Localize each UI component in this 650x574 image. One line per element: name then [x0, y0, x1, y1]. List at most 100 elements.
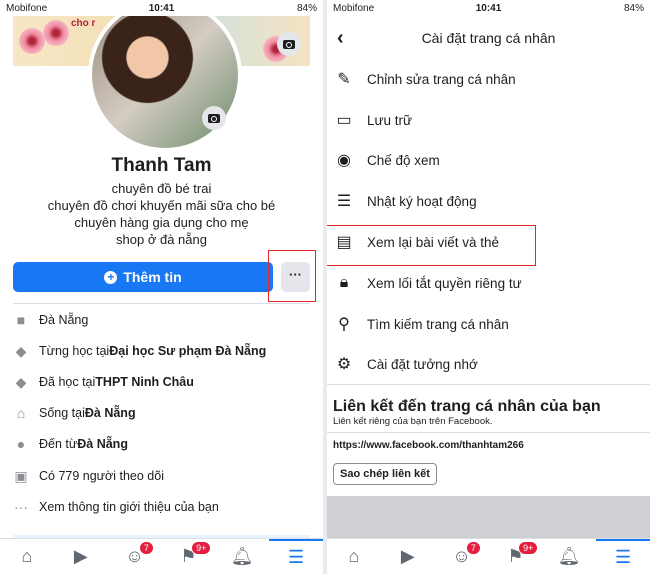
flower-decoration [43, 20, 69, 46]
bottom-nav: ⌂ ▶ ☺ 7 ⚑ 9+ 🔔︎ ☰ [0, 538, 323, 574]
pages-badge: 9+ [191, 541, 212, 555]
graduation-cap-icon: ◆ [15, 374, 27, 390]
info-text: Đà Nẵng [39, 313, 89, 327]
search-icon: ⚲ [338, 316, 350, 333]
info-text: Xem thông tin giới thiệu của bạn [39, 500, 219, 514]
menu-label: Tìm kiếm trang cá nhân [367, 316, 509, 332]
info-workplace[interactable]: ■ Đà Nẵng [13, 310, 89, 330]
menu-label: Cài đặt tưởng nhớ [367, 356, 478, 372]
divider [13, 303, 310, 304]
menu-item-activity-log[interactable]: ☰ Nhật ký hoạt động [327, 181, 650, 221]
list-icon: ☰ [336, 193, 352, 210]
hamburger-icon: ☰ [614, 547, 632, 567]
menu-item-edit-profile[interactable]: ✎ Chỉnh sửa trang cá nhân [327, 59, 650, 99]
battery: 84% [624, 2, 645, 14]
groups-badge: 7 [465, 541, 481, 555]
divider [327, 432, 650, 433]
profile-settings-screen: Mobifone 10:41 84% ‹ Cài đặt trang cá nh… [327, 0, 650, 574]
camera-icon[interactable] [277, 32, 301, 56]
bio-line: chuyên hàng gia dụng cho mẹ [74, 215, 249, 230]
followers-icon: ▣ [14, 468, 28, 484]
home-icon: ⌂ [16, 405, 26, 421]
bell-icon: 🔔︎ [230, 546, 254, 566]
back-chevron-icon[interactable]: ‹ [337, 27, 344, 50]
bio-line: chuyên đồ chơi khuyến mãi sữa cho bé [47, 198, 276, 213]
info-text: Có 779 người theo dõi [39, 469, 164, 483]
menu-label: Chế độ xem [367, 152, 440, 168]
memorial-settings-icon: ⚙ [336, 356, 352, 373]
video-icon: ▶ [400, 546, 415, 566]
menu-tab[interactable]: ☰ [596, 539, 650, 574]
add-info-button[interactable]: + Thêm tin [13, 262, 273, 292]
notifications-tab[interactable]: 🔔︎ [215, 539, 269, 574]
info-highschool[interactable]: ◆ Đã học tại THPT Ninh Châu [13, 372, 194, 392]
groups-tab[interactable]: ☺ 7 [108, 539, 162, 574]
info-text: Đã học tại [39, 375, 96, 389]
menu-item-archive[interactable]: ▭ Lưu trữ [327, 100, 650, 140]
menu-item-memorial-settings[interactable]: ⚙ Cài đặt tưởng nhớ [327, 344, 650, 384]
info-education[interactable]: ◆ Từng học tại Đại học Sư phạm Đà Nẵng [13, 341, 267, 361]
status-bar: Mobifone 10:41 84% [0, 0, 323, 16]
groups-tab[interactable]: ☺ 7 [435, 539, 489, 574]
menu-label: Chỉnh sửa trang cá nhân [367, 71, 516, 87]
watch-tab[interactable]: ▶ [381, 539, 435, 574]
menu-item-search-profile[interactable]: ⚲ Tìm kiếm trang cá nhân [327, 304, 650, 344]
copy-link-button[interactable]: Sao chép liên kết [333, 463, 437, 485]
watch-tab[interactable]: ▶ [54, 539, 108, 574]
menu-item-view-as[interactable]: ◉ Chế độ xem [327, 140, 650, 180]
carrier: Mobifone [333, 2, 375, 14]
bio-line: chuyên đồ bé trai [111, 181, 212, 196]
bottom-nav: ⌂ ▶ ☺ 7 ⚑ 9+ 🔔︎ ☰ [327, 538, 650, 574]
info-followers[interactable]: ▣ Có 779 người theo dõi [13, 466, 164, 486]
more-dots-icon: ··· [14, 499, 28, 515]
clock: 10:41 [475, 2, 502, 14]
divider [327, 384, 650, 385]
menu-item-privacy-shortcuts[interactable]: 🔒︎ Xem lối tắt quyền riêng tư [327, 263, 650, 303]
eye-icon: ◉ [337, 152, 351, 169]
add-info-label: Thêm tin [123, 269, 182, 285]
clock: 10:41 [148, 2, 175, 14]
highlight-box [268, 250, 316, 302]
location-pin-icon: ● [16, 436, 26, 452]
briefcase-icon: ■ [16, 312, 26, 328]
plus-icon: + [104, 270, 118, 284]
bell-icon: 🔔︎ [557, 546, 581, 566]
info-lives-in[interactable]: ⌂ Sống tại Đà Nẵng [13, 403, 136, 423]
video-icon: ▶ [73, 546, 88, 566]
highlight-box [327, 225, 536, 266]
home-tab[interactable]: ⌂ [327, 539, 381, 574]
page-title: Cài đặt trang cá nhân [421, 30, 556, 46]
info-text: Sống tại [39, 406, 85, 420]
home-icon: ⌂ [21, 546, 33, 566]
info-bold: THPT Ninh Châu [95, 375, 194, 389]
info-text: Từng học tại [39, 344, 110, 358]
menu-label: Nhật ký hoạt động [367, 193, 477, 209]
carrier: Mobifone [6, 2, 48, 14]
info-from[interactable]: ● Đến từ Đà Nẵng [13, 434, 128, 454]
camera-icon[interactable] [202, 106, 226, 130]
see-about-link[interactable]: ··· Xem thông tin giới thiệu của bạn [13, 497, 219, 517]
hamburger-icon: ☰ [287, 547, 305, 567]
status-bar: Mobifone 10:41 84% [327, 0, 650, 16]
notifications-tab[interactable]: 🔔︎ [542, 539, 596, 574]
info-bold: Đà Nẵng [77, 437, 128, 451]
bio-line: shop ở đà nẵng [116, 232, 207, 247]
pencil-icon: ✎ [337, 71, 351, 88]
profile-name: Thanh Tam [111, 155, 212, 176]
pages-tab[interactable]: ⚑ 9+ [488, 539, 542, 574]
menu-tab[interactable]: ☰ [269, 539, 323, 574]
header: ‹ Cài đặt trang cá nhân [327, 16, 650, 60]
empty-area [327, 496, 650, 540]
info-text: Đến từ [39, 437, 78, 451]
info-bold: Đại học Sư phạm Đà Nẵng [109, 344, 267, 358]
link-section-title: Liên kết đến trang cá nhân của bạn [333, 398, 601, 415]
pages-tab[interactable]: ⚑ 9+ [161, 539, 215, 574]
lock-icon: 🔒︎ [339, 274, 349, 291]
profile-url: https://www.facebook.com/thanhtam266 [333, 440, 524, 451]
cover-text: cho r [71, 18, 96, 29]
avatar[interactable] [88, 0, 242, 152]
home-tab[interactable]: ⌂ [0, 539, 54, 574]
link-section-subtitle: Liên kết riêng của bạn trên Facebook. [333, 416, 493, 427]
battery: 84% [297, 2, 318, 14]
menu-label: Lưu trữ [367, 112, 413, 128]
